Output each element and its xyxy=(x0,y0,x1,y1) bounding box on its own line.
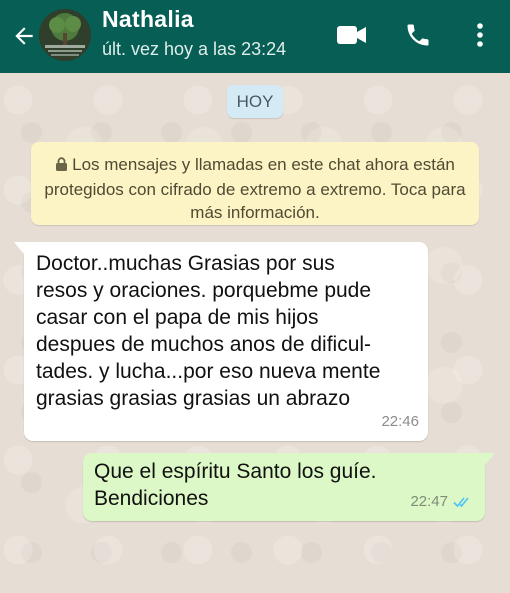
more-vertical-icon xyxy=(477,23,483,47)
avatar[interactable] xyxy=(39,9,91,61)
message-text: Que el espíritu Santo los guíe. Bendicio… xyxy=(94,460,377,510)
more-options-button[interactable] xyxy=(465,18,495,52)
back-button[interactable] xyxy=(10,22,38,50)
tree-avatar-icon xyxy=(39,9,91,61)
video-camera-icon xyxy=(337,26,366,44)
encryption-notice-text: Los mensajes y llamadas en este chat aho… xyxy=(44,155,466,222)
chat-header: Nathalia últ. vez hoy a las 23:24 xyxy=(0,0,510,73)
double-check-icon xyxy=(453,496,469,507)
phone-icon xyxy=(407,24,429,46)
arrow-left-icon xyxy=(15,27,33,45)
last-seen-status: últ. vez hoy a las 23:24 xyxy=(102,39,287,59)
outgoing-message[interactable]: Que el espíritu Santo los guíe. Bendicio… xyxy=(83,453,495,521)
contact-name[interactable]: Nathalia xyxy=(102,6,194,33)
message-time: 22:46 xyxy=(381,413,419,430)
date-separator: HOY xyxy=(227,85,283,118)
voice-call-button[interactable] xyxy=(400,18,436,52)
video-call-button[interactable] xyxy=(334,20,370,50)
message-time: 22:47 xyxy=(410,493,448,510)
encryption-notice[interactable]: Los mensajes y llamadas en este chat aho… xyxy=(31,142,479,225)
lock-icon xyxy=(55,155,68,178)
incoming-message[interactable]: Doctor..muchas Grasias por sus resos y o… xyxy=(14,242,428,441)
message-text: Doctor..muchas Grasias por sus resos y o… xyxy=(36,252,381,410)
